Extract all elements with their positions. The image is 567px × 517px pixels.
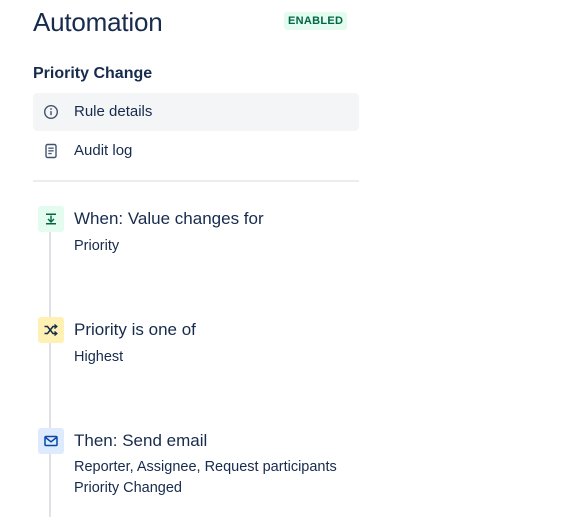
step-detail: Highest (74, 349, 124, 365)
trigger-icon (38, 206, 64, 232)
divider (33, 180, 359, 182)
email-icon (38, 428, 64, 454)
step-detail: Reporter, Assignee, Request participants (74, 459, 337, 475)
step-title: Priority is one of (74, 320, 196, 339)
status-badge: ENABLED (284, 12, 348, 30)
nav-item-audit-log[interactable]: Audit log (33, 132, 359, 170)
step-title: Then: Send email (74, 431, 208, 450)
step-title: When: Value changes for (74, 209, 264, 228)
nav-item-label: Rule details (74, 103, 153, 120)
nav-item-rule-details[interactable]: Rule details (33, 93, 359, 131)
timeline-line (49, 220, 51, 517)
rule-name: Priority Change (33, 65, 153, 82)
info-icon (43, 104, 59, 120)
step-detail: Priority (74, 238, 120, 254)
shuffle-icon (38, 317, 64, 343)
page-title: Automation (33, 7, 163, 37)
step-detail: Priority Changed (74, 480, 182, 496)
nav-item-label: Audit log (74, 142, 133, 159)
document-icon (43, 143, 59, 159)
